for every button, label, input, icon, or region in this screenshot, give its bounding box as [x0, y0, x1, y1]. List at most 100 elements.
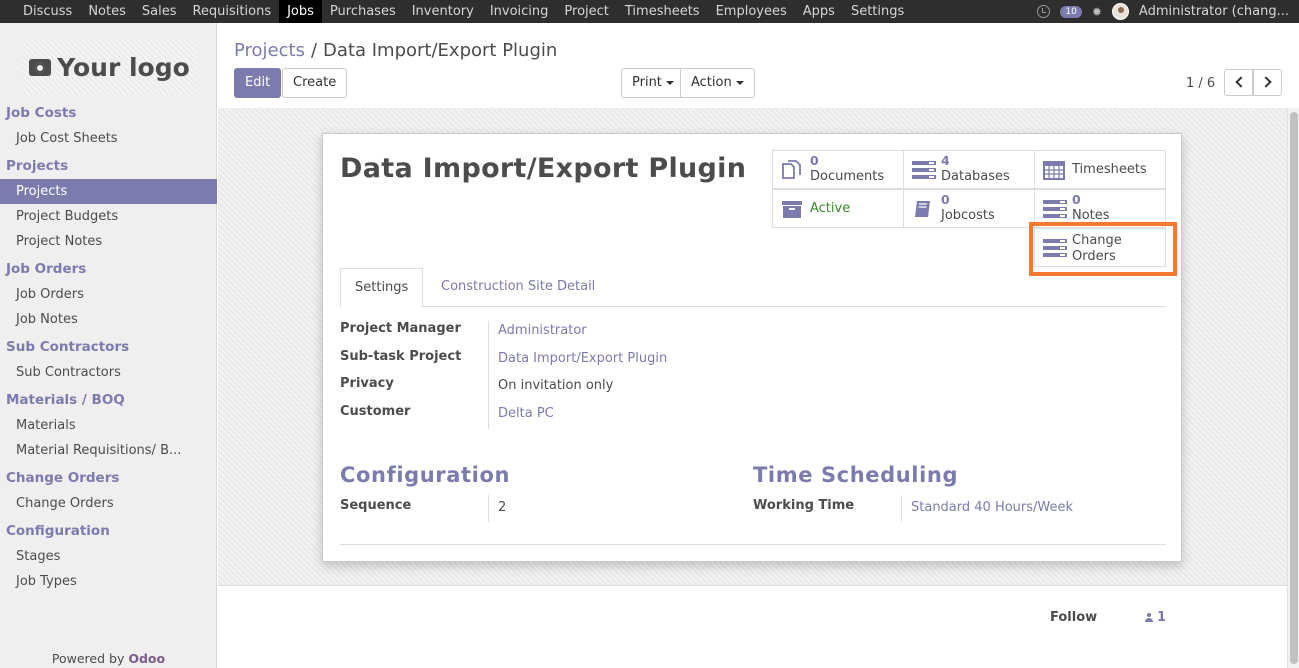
sidebar-item-project-budgets[interactable]: Project Budgets [0, 204, 217, 229]
sidebar-nav: Job Costs Job Cost Sheets Projects Proje… [0, 101, 217, 594]
vertical-scrollbar[interactable] [1287, 108, 1299, 668]
sidebar-item-job-cost-sheets[interactable]: Job Cost Sheets [0, 126, 217, 151]
menu-jobs[interactable]: Jobs [279, 0, 322, 23]
databases-button[interactable]: 4 Databases [903, 150, 1035, 189]
timesheets-button[interactable]: Timesheets [1034, 150, 1166, 189]
chevron-left-icon [1235, 76, 1247, 88]
sidebar-section-sub-contractors: Sub Contractors [6, 339, 130, 355]
menu-timesheets[interactable]: Timesheets [617, 0, 708, 23]
timesheets-label: Timesheets [1072, 162, 1147, 177]
form-sheet: Data Import/Export Plugin 0 Documents 4 … [322, 133, 1182, 562]
jobcosts-button[interactable]: 0 Jobcosts [903, 189, 1035, 228]
field-row-customer: Customer Delta PC [340, 404, 840, 432]
sidebar-item-project-notes[interactable]: Project Notes [0, 229, 217, 254]
working-time-label: Working Time [753, 498, 855, 513]
sidebar: Your logo Job Costs Job Cost Sheets Proj… [0, 23, 217, 668]
archive-icon [782, 201, 802, 218]
action-dropdown[interactable]: Action [680, 68, 755, 98]
databases-count: 4 [941, 153, 950, 168]
calendar-icon [1043, 161, 1065, 180]
menu-settings[interactable]: Settings [843, 0, 912, 23]
privacy-value: On invitation only [498, 378, 614, 393]
menu-sales[interactable]: Sales [134, 0, 185, 23]
sidebar-item-change-orders[interactable]: Change Orders [0, 491, 217, 516]
databases-label: Databases [941, 169, 1010, 184]
project-manager-label: Project Manager [340, 321, 461, 336]
sidebar-item-stages[interactable]: Stages [0, 544, 217, 569]
sidebar-item-job-types[interactable]: Job Types [0, 569, 217, 594]
sidebar-item-materials[interactable]: Materials [0, 413, 217, 438]
followers-button[interactable]: 1 [1145, 610, 1166, 625]
debug-bug-icon[interactable]: ✹ [1092, 5, 1102, 19]
pager-value[interactable]: 1 / 6 [1186, 76, 1215, 91]
sidebar-section-job-costs: Job Costs [6, 105, 77, 121]
pager-previous-button[interactable] [1224, 69, 1253, 96]
odoo-link[interactable]: Odoo [128, 651, 165, 666]
tab-settings[interactable]: Settings [340, 268, 424, 308]
chat-count-badge: 10 [1060, 5, 1082, 18]
notes-label: Notes [1072, 208, 1110, 223]
breadcrumb: Projects / Data Import/Export Plugin [234, 40, 557, 61]
chatter: Follow 1 [218, 585, 1287, 668]
menu-requisitions[interactable]: Requisitions [184, 0, 279, 23]
sheet-bottom-divider [340, 544, 1166, 545]
notes-count: 0 [1072, 192, 1081, 207]
tab-construction-site-detail[interactable]: Construction Site Detail [427, 268, 609, 307]
active-toggle-button[interactable]: Active [772, 189, 904, 228]
powered-by: Powered by Odoo [0, 651, 217, 666]
sidebar-item-sub-contractors[interactable]: Sub Contractors [0, 360, 217, 385]
field-divider [488, 321, 489, 429]
caret-down-icon [735, 80, 744, 85]
configuration-heading: Configuration [340, 463, 511, 487]
menu-project[interactable]: Project [556, 0, 616, 23]
sidebar-section-projects: Projects [6, 158, 69, 174]
menu-invoicing[interactable]: Invoicing [482, 0, 557, 23]
subtask-project-value[interactable]: Data Import/Export Plugin [498, 351, 667, 366]
camera-icon [29, 58, 52, 76]
breadcrumb-projects-link[interactable]: Projects [234, 40, 305, 61]
menu-purchases[interactable]: Purchases [322, 0, 404, 23]
sidebar-item-material-requisitions[interactable]: Material Requisitions/ B... [0, 438, 217, 463]
list-icon [912, 160, 936, 180]
documents-label: Documents [810, 169, 885, 184]
messaging-menu[interactable]: 10 [1060, 5, 1082, 18]
field-divider [488, 495, 489, 522]
follow-button[interactable]: Follow [1050, 610, 1097, 625]
subtask-project-label: Sub-task Project [340, 348, 462, 364]
field-row-project-manager: Project Manager Administrator [340, 321, 840, 349]
scrollbar-thumb[interactable] [1290, 112, 1298, 664]
menu-inventory[interactable]: Inventory [404, 0, 482, 23]
create-button[interactable]: Create [282, 68, 348, 98]
edit-button[interactable]: Edit [234, 68, 282, 98]
customer-label: Customer [340, 403, 411, 419]
menu-employees[interactable]: Employees [708, 0, 795, 23]
top-navbar: Discuss Notes Sales Requisitions Jobs Pu… [0, 0, 1299, 23]
working-time-value[interactable]: Standard 40 Hours/Week [911, 500, 1073, 515]
company-logo[interactable]: Your logo [22, 40, 197, 94]
sidebar-section-change-orders: Change Orders [6, 470, 120, 486]
book-icon [915, 201, 930, 217]
sidebar-item-job-notes[interactable]: Job Notes [0, 307, 217, 332]
documents-button[interactable]: 0 Documents [772, 150, 904, 189]
customer-value[interactable]: Delta PC [498, 406, 554, 421]
project-manager-value[interactable]: Administrator [498, 323, 587, 338]
menu-discuss[interactable]: Discuss [0, 0, 80, 23]
menu-notes[interactable]: Notes [80, 0, 134, 23]
project-title: Data Import/Export Plugin [340, 153, 747, 184]
print-dropdown[interactable]: Print [621, 68, 685, 98]
active-label: Active [810, 201, 851, 216]
pager-next-button[interactable] [1253, 69, 1282, 96]
menu-apps[interactable]: Apps [795, 0, 843, 23]
sidebar-item-job-orders[interactable]: Job Orders [0, 282, 217, 307]
list-icon [1043, 199, 1067, 219]
user-avatar[interactable] [1111, 3, 1129, 20]
breadcrumb-current: Data Import/Export Plugin [323, 40, 558, 61]
action-label: Action [691, 75, 732, 90]
breadcrumb-separator: / [310, 40, 318, 61]
user-menu[interactable]: Administrator (chang... [1139, 4, 1289, 19]
sidebar-item-projects[interactable]: Projects [0, 179, 217, 204]
user-icon [1145, 613, 1153, 622]
jobcosts-label: Jobcosts [941, 208, 995, 223]
sequence-value: 2 [498, 500, 507, 515]
activity-clock-icon[interactable] [1037, 5, 1051, 18]
